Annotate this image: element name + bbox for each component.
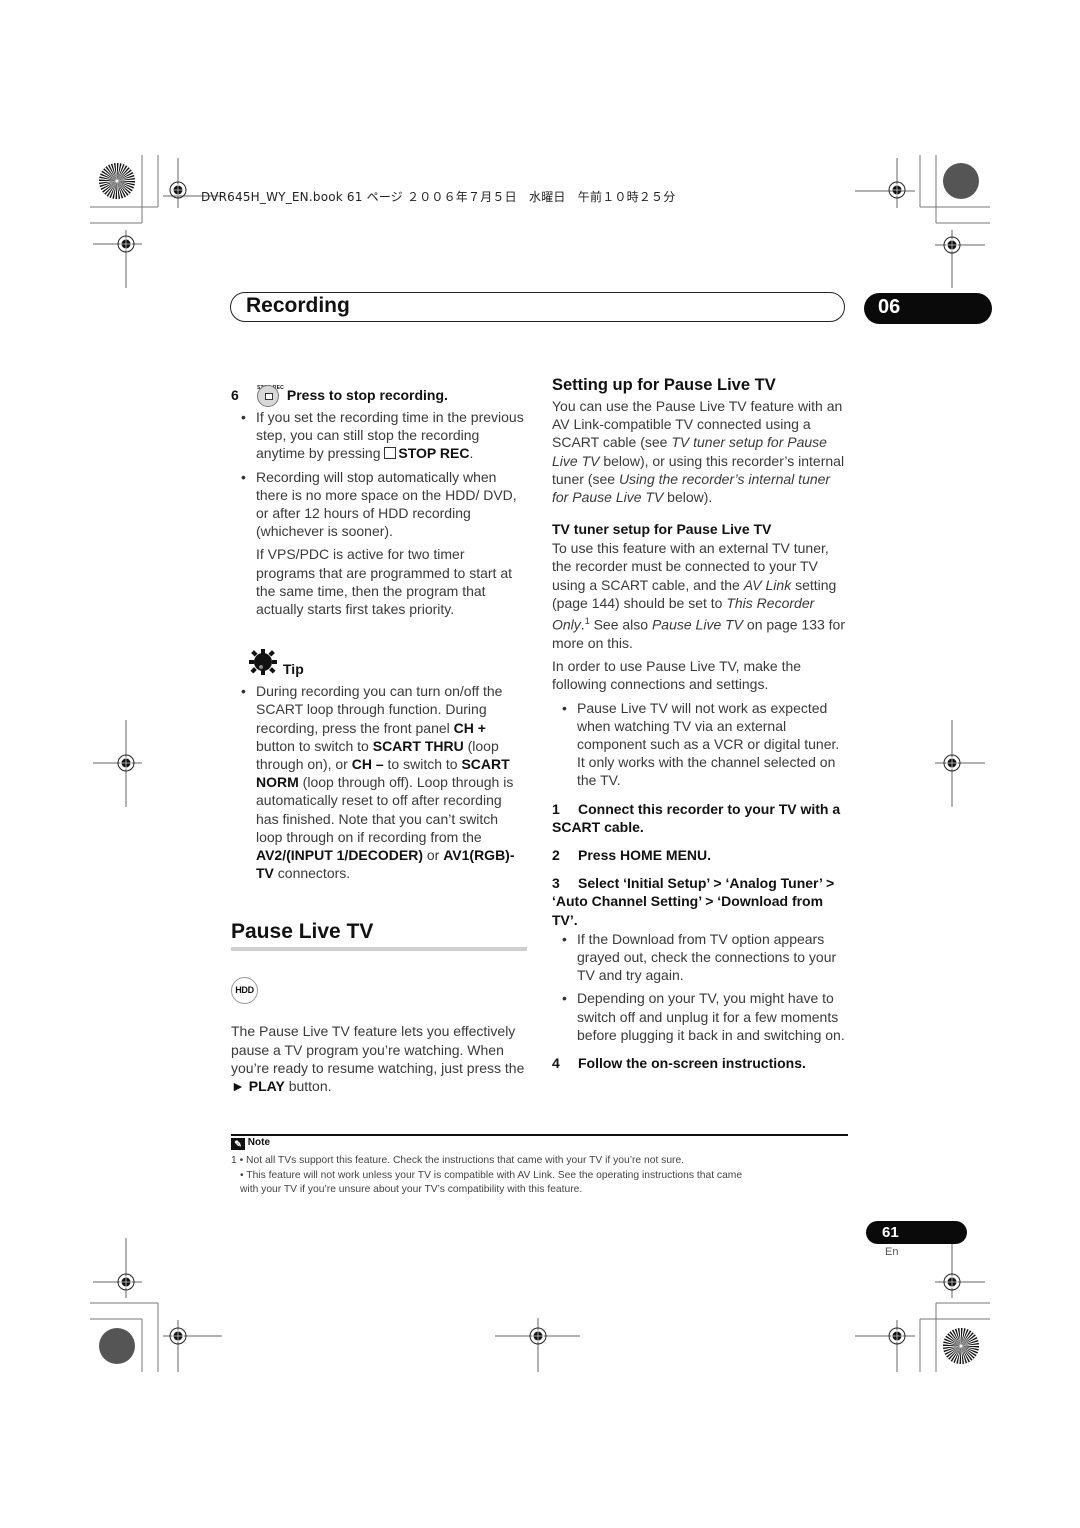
step-4: 4 Follow the on-screen instructions. [552,1054,806,1071]
right-column: Setting up for Pause Live TV You can use… [552,375,848,1072]
tuner-bullet: Pause Live TV will not work as expected … [552,699,848,790]
connections-paragraph: In order to use Pause Live TV, make the … [552,658,802,693]
note-line-2: • This feature will not work unless your… [240,1170,743,1181]
bullet-auto-stop: Recording will stop automatically when t… [231,468,527,541]
play-button-label: ► PLAY [231,1078,285,1095]
star-target-icon [99,163,135,199]
print-header: DVR645H_WY_EN.book 61 ページ ２００６年７月５日 水曜日 … [201,190,676,204]
step-6: 6 Press to stop recording. [231,385,527,407]
page-number: 61 [866,1221,967,1244]
step3-bullet-unplug: Depending on your TV, you might have to … [552,989,848,1044]
setup-heading: Setting up for Pause Live TV [552,376,776,394]
step-2: 2 Press HOME MENU. [552,846,712,863]
pause-live-tv-paragraph: The Pause Live TV feature lets you effec… [231,1023,525,1095]
note-line-1: 1 • Not all TVs support this feature. Ch… [231,1155,685,1166]
tip-heading: Tip [231,648,527,678]
tip-bullet: During recording you can turn on/off the… [231,682,527,882]
stop-square-icon [384,447,397,460]
tip-lightbulb-icon [249,649,277,676]
tuner-setup-paragraph: To use this feature with an external TV … [552,540,846,651]
note-pencil-icon: ✎ [231,1138,245,1150]
step3-bullet-grayed: If the Download from TV option appears g… [552,930,848,985]
page-language: En [885,1246,899,1258]
step-number: 6 [231,386,239,403]
note-line-3: with your TV if you’re unsure about your… [240,1184,583,1195]
step-text: Press to stop recording. [286,386,448,403]
star-target-icon [943,1328,979,1364]
hdd-badge: HDD [231,977,258,1005]
chapter-number-badge: 06 [864,293,992,324]
step-1: 1 Connect this recorder to your TV with a… [552,800,841,835]
bullet-stop-rec: If you set the recording time in the pre… [231,408,527,463]
vps-paragraph: If VPS/PDC is active for two timer progr… [256,546,512,618]
note-heading: ✎ Note [231,1137,270,1150]
tip-label: Tip [283,661,304,678]
printer-registration-marks [90,155,990,1372]
step-3: 3 Select ‘Initial Setup’ > ‘Analog Tuner’… [552,875,835,928]
tuner-setup-heading: TV tuner setup for Pause Live TV [552,521,772,538]
note-divider [231,1134,848,1136]
setup-paragraph: You can use the Pause Live TV feature wi… [552,398,845,506]
pause-live-tv-heading: Pause Live TV [231,920,374,944]
stop-rec-icon [257,385,279,407]
chapter-title: Recording [246,294,350,317]
section-divider [231,947,527,952]
left-column: STOP REC 6 Press to stop recording. If y… [231,375,527,1095]
